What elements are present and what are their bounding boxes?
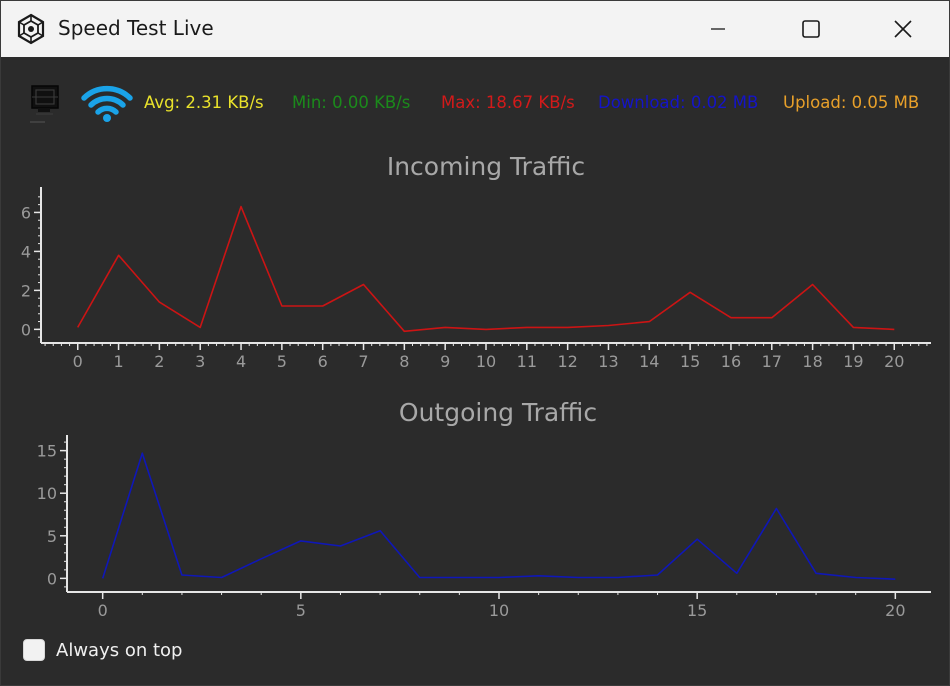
outgoing-x-tick-label: 20 — [885, 601, 905, 620]
incoming-x-tick-label: 11 — [517, 352, 537, 371]
download-total-label: Download: 0.02 MB — [598, 93, 759, 112]
incoming-x-tick-label: 8 — [399, 352, 409, 371]
title-bar[interactable]: Speed Test Live — [1, 1, 949, 57]
incoming-y-tick-label: 4 — [21, 242, 31, 261]
outgoing-y-tick-label: 5 — [47, 527, 57, 546]
incoming-x-tick-label: 5 — [277, 352, 287, 371]
incoming-x-tick-label: 20 — [884, 352, 904, 371]
incoming-x-tick-label: 4 — [236, 352, 246, 371]
incoming-y-tick-label: 6 — [21, 203, 31, 222]
outgoing-y-tick-label: 0 — [47, 569, 57, 588]
incoming-chart-title: Incoming Traffic — [387, 152, 585, 181]
incoming-x-tick-label: 16 — [721, 352, 741, 371]
maximize-button[interactable] — [788, 1, 834, 57]
incoming-x-tick-label: 17 — [762, 352, 782, 371]
speed-test-window: Speed Test Live Avg: 2.31 KB/s Min: 0.00… — [0, 0, 950, 686]
min-speed-label: Min: 0.00 KB/s — [292, 93, 411, 112]
incoming-x-tick-label: 6 — [318, 352, 328, 371]
incoming-x-tick-label: 10 — [476, 352, 496, 371]
close-button[interactable] — [880, 1, 926, 57]
incoming-x-tick-label: 0 — [73, 352, 83, 371]
outgoing-series-line — [101, 452, 896, 580]
max-speed-label: Max: 18.67 KB/s — [441, 93, 575, 112]
outgoing-x-tick-label: 10 — [489, 601, 509, 620]
incoming-x-tick-label: 2 — [154, 352, 164, 371]
incoming-x-tick-label: 9 — [440, 352, 450, 371]
minimize-button[interactable] — [695, 1, 741, 57]
maximize-icon — [802, 20, 820, 38]
incoming-y-tick-label: 0 — [21, 320, 31, 339]
incoming-x-tick-label: 19 — [843, 352, 863, 371]
upload-total-label: Upload: 0.05 MB — [783, 93, 920, 112]
incoming-traffic-chart: Incoming Traffic 02460 1 2 3 4 5 6 7 8 9 10 11 12 13 1… — [21, 152, 931, 371]
outgoing-traffic-chart: Outgoing Traffic 0 5 10 15 0 5 10 15 20 — [37, 398, 931, 620]
outgoing-x-tick-label: 0 — [98, 601, 108, 620]
always-on-top-label: Always on top — [56, 639, 183, 661]
incoming-x-tick-label: 18 — [802, 352, 822, 371]
outgoing-chart-title: Outgoing Traffic — [399, 398, 597, 427]
always-on-top-checkbox[interactable] — [23, 639, 45, 661]
incoming-x-tick-label: 7 — [358, 352, 368, 371]
outgoing-x-tick-label: 15 — [687, 601, 707, 620]
incoming-x-tick-label: 14 — [639, 352, 659, 371]
wifi-icon — [81, 85, 133, 122]
incoming-x-tick-label: 15 — [680, 352, 700, 371]
outgoing-y-tick-label: 10 — [37, 484, 57, 503]
outgoing-y-tick-label: 15 — [37, 442, 57, 461]
always-on-top-option[interactable]: Always on top — [23, 639, 182, 661]
outgoing-x-tick-label: 5 — [296, 601, 306, 620]
incoming-x-tick-label: 12 — [557, 352, 577, 371]
incoming-x-tick-label: 13 — [598, 352, 618, 371]
window-title: Speed Test Live — [58, 16, 214, 40]
incoming-series-line — [77, 205, 895, 333]
incoming-x-tick-label: 3 — [195, 352, 205, 371]
close-icon — [894, 20, 912, 38]
incoming-y-tick-label: 2 — [21, 281, 31, 300]
avg-speed-label: Avg: 2.31 KB/s — [144, 93, 264, 112]
minimize-icon — [711, 28, 725, 30]
app-logo-icon — [17, 13, 45, 45]
monitor-icon[interactable] — [29, 83, 63, 125]
incoming-x-tick-label: 1 — [113, 352, 123, 371]
